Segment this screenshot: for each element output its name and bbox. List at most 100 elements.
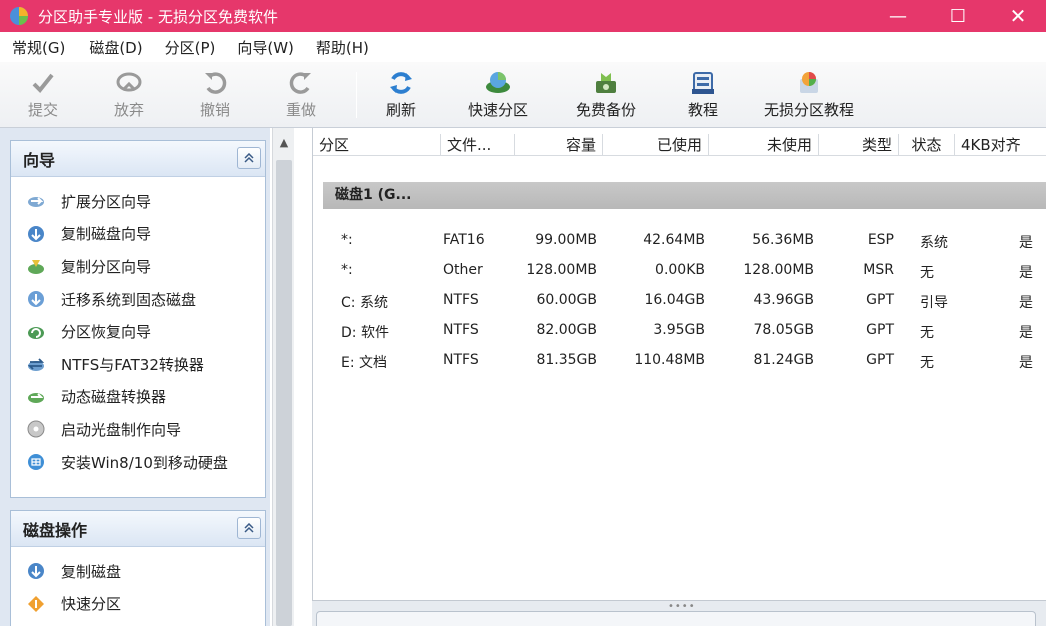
partition-capacity: 81.35GB bbox=[536, 352, 597, 368]
redo-button[interactable]: 重做 bbox=[286, 68, 316, 120]
menu-help[interactable]: 帮助(H) bbox=[316, 37, 369, 58]
column-header-row: 分区 文件... 容量 已使用 未使用 类型 状态 4KB对齐 bbox=[313, 134, 1046, 156]
col-status[interactable]: 状态 bbox=[899, 134, 955, 156]
col-capacity[interactable]: 容量 bbox=[515, 134, 603, 156]
wizard-install-win-usb[interactable]: 安装Win8/10到移动硬盘 bbox=[11, 446, 265, 479]
partition-used: 16.04GB bbox=[644, 292, 705, 308]
disk-operations-collapse-button[interactable] bbox=[237, 517, 261, 539]
quick-partition-icon bbox=[483, 68, 513, 98]
partition-status: 无 bbox=[920, 265, 934, 281]
partition-free: 81.24GB bbox=[753, 352, 814, 368]
table-row[interactable]: D: 软件 NTFS 82.00GB 3.95GB 78.05GB GPT 无 … bbox=[313, 316, 1046, 346]
double-chevron-up-icon bbox=[244, 523, 254, 533]
menu-disk[interactable]: 磁盘(D) bbox=[89, 37, 142, 58]
tutorial-button[interactable]: 教程 bbox=[688, 68, 718, 120]
disk-header-row[interactable]: 磁盘1 (G... bbox=[323, 182, 1046, 209]
close-button[interactable]: ✕ bbox=[988, 0, 1046, 32]
partition-free: 128.00MB bbox=[743, 262, 814, 278]
double-chevron-up-icon bbox=[244, 153, 254, 163]
wizard-partition-recovery[interactable]: 分区恢复向导 bbox=[11, 315, 265, 348]
col-used[interactable]: 已使用 bbox=[603, 134, 709, 156]
col-4k-aligned[interactable]: 4KB对齐 bbox=[955, 134, 1046, 156]
partition-status: 无 bbox=[920, 355, 934, 371]
quick-partition-button[interactable]: 快速分区 bbox=[468, 68, 528, 120]
migrate-ssd-icon bbox=[25, 288, 47, 310]
partition-type: GPT bbox=[866, 352, 894, 368]
partition-type: MSR bbox=[863, 262, 894, 278]
wizard-bootable-media[interactable]: 启动光盘制作向导 bbox=[11, 413, 265, 446]
discard-label: 放弃 bbox=[114, 101, 145, 119]
menu-partition[interactable]: 分区(P) bbox=[165, 37, 216, 58]
commit-label: 提交 bbox=[28, 101, 59, 119]
left-panel-scrollbar[interactable]: ▲ bbox=[272, 128, 294, 626]
menu-general[interactable]: 常规(G) bbox=[12, 37, 65, 58]
disk-operations-group: 磁盘操作 复制磁盘 快速分区 bbox=[10, 510, 266, 626]
col-type[interactable]: 类型 bbox=[819, 134, 899, 156]
table-row[interactable]: C: 系统 NTFS 60.00GB 16.04GB 43.96GB GPT 引… bbox=[313, 286, 1046, 316]
partition-4k-aligned: 是 bbox=[1019, 355, 1033, 371]
partition-used: 110.48MB bbox=[634, 352, 705, 368]
col-free[interactable]: 未使用 bbox=[709, 134, 819, 156]
wizard-copy-partition[interactable]: 复制分区向导 bbox=[11, 250, 265, 283]
check-icon bbox=[28, 68, 58, 98]
refresh-button[interactable]: 刷新 bbox=[386, 68, 416, 120]
partition-filesystem: NTFS bbox=[443, 352, 479, 368]
disk-op-label: 快速分区 bbox=[61, 595, 122, 614]
wizard-copy-disk[interactable]: 复制磁盘向导 bbox=[11, 218, 265, 251]
free-backup-button[interactable]: 免费备份 bbox=[576, 68, 636, 120]
disk-operations-title: 磁盘操作 bbox=[23, 520, 88, 540]
partition-name: *: bbox=[341, 232, 353, 248]
wizard-dynamic-disk-converter[interactable]: 动态磁盘转换器 bbox=[11, 381, 265, 414]
quick-partition-label: 快速分区 bbox=[468, 101, 529, 119]
wizard-ntfs-fat32-converter[interactable]: NTFS与FAT32转换器 bbox=[11, 348, 265, 381]
table-row[interactable]: *: Other 128.00MB 0.00KB 128.00MB MSR 无 … bbox=[313, 256, 1046, 286]
partition-4k-aligned: 是 bbox=[1019, 295, 1033, 311]
lossless-tutorial-button[interactable]: 无损分区教程 bbox=[764, 68, 854, 120]
partition-status: 引导 bbox=[920, 295, 948, 311]
partition-used: 0.00KB bbox=[655, 262, 705, 278]
partition-status: 系统 bbox=[920, 235, 948, 251]
table-row[interactable]: *: FAT16 99.00MB 42.64MB 56.36MB ESP 系统 … bbox=[313, 226, 1046, 256]
menu-wizard[interactable]: 向导(W) bbox=[237, 37, 294, 58]
table-row[interactable]: E: 文档 NTFS 81.35GB 110.48MB 81.24GB GPT … bbox=[313, 346, 1046, 376]
minimize-button[interactable]: — bbox=[868, 0, 928, 32]
wizard-migrate-os-ssd[interactable]: 迁移系统到固态磁盘 bbox=[11, 283, 265, 316]
wizard-item-label: 安装Win8/10到移动硬盘 bbox=[61, 453, 228, 472]
partition-4k-aligned: 是 bbox=[1019, 265, 1033, 281]
partition-free: 56.36MB bbox=[752, 232, 814, 248]
dynamic-disk-icon bbox=[25, 386, 47, 408]
partition-list: 分区 文件... 容量 已使用 未使用 类型 状态 4KB对齐 磁盘1 (G..… bbox=[312, 128, 1046, 626]
partition-used: 42.64MB bbox=[643, 232, 705, 248]
partition-free: 43.96GB bbox=[753, 292, 814, 308]
partition-type: GPT bbox=[866, 322, 894, 338]
splitter-bar[interactable]: •••• bbox=[312, 600, 1046, 626]
lossless-tutorial-label: 无损分区教程 bbox=[764, 101, 855, 119]
partition-4k-aligned: 是 bbox=[1019, 325, 1033, 341]
partition-type: GPT bbox=[866, 292, 894, 308]
undo-button[interactable]: 撤销 bbox=[200, 68, 230, 120]
scrollbar-thumb[interactable] bbox=[276, 160, 292, 626]
scroll-up-arrow-icon[interactable]: ▲ bbox=[273, 136, 295, 156]
backup-icon bbox=[591, 68, 621, 98]
wizard-group: 向导 扩展分区向导 复制磁盘向导 复制分区向导 迁移系统到固态磁盘 分区恢复向导… bbox=[10, 140, 266, 498]
app-logo-icon bbox=[10, 7, 28, 25]
partition-free: 78.05GB bbox=[753, 322, 814, 338]
partition-capacity: 82.00GB bbox=[536, 322, 597, 338]
wizard-collapse-button[interactable] bbox=[237, 147, 261, 169]
col-filesystem[interactable]: 文件... bbox=[441, 134, 515, 156]
partition-filesystem: Other bbox=[443, 262, 483, 278]
col-partition[interactable]: 分区 bbox=[313, 134, 441, 156]
disk-op-copy-disk[interactable]: 复制磁盘 bbox=[11, 555, 265, 588]
lossless-tutorial-icon bbox=[794, 68, 824, 98]
partition-name: *: bbox=[341, 262, 353, 278]
wizard-extend-partition[interactable]: 扩展分区向导 bbox=[11, 185, 265, 218]
disk-op-quick-partition[interactable]: 快速分区 bbox=[11, 588, 265, 621]
discard-button[interactable]: 放弃 bbox=[114, 68, 144, 120]
commit-button[interactable]: 提交 bbox=[28, 68, 58, 120]
quick-partition-icon bbox=[25, 593, 47, 615]
maximize-button[interactable]: ☐ bbox=[928, 0, 988, 32]
partition-recovery-icon bbox=[25, 321, 47, 343]
wizard-item-label: 动态磁盘转换器 bbox=[61, 388, 167, 407]
partition-name: D: 软件 bbox=[341, 325, 389, 341]
menu-bar: 常规(G) 磁盘(D) 分区(P) 向导(W) 帮助(H) bbox=[0, 32, 1046, 62]
